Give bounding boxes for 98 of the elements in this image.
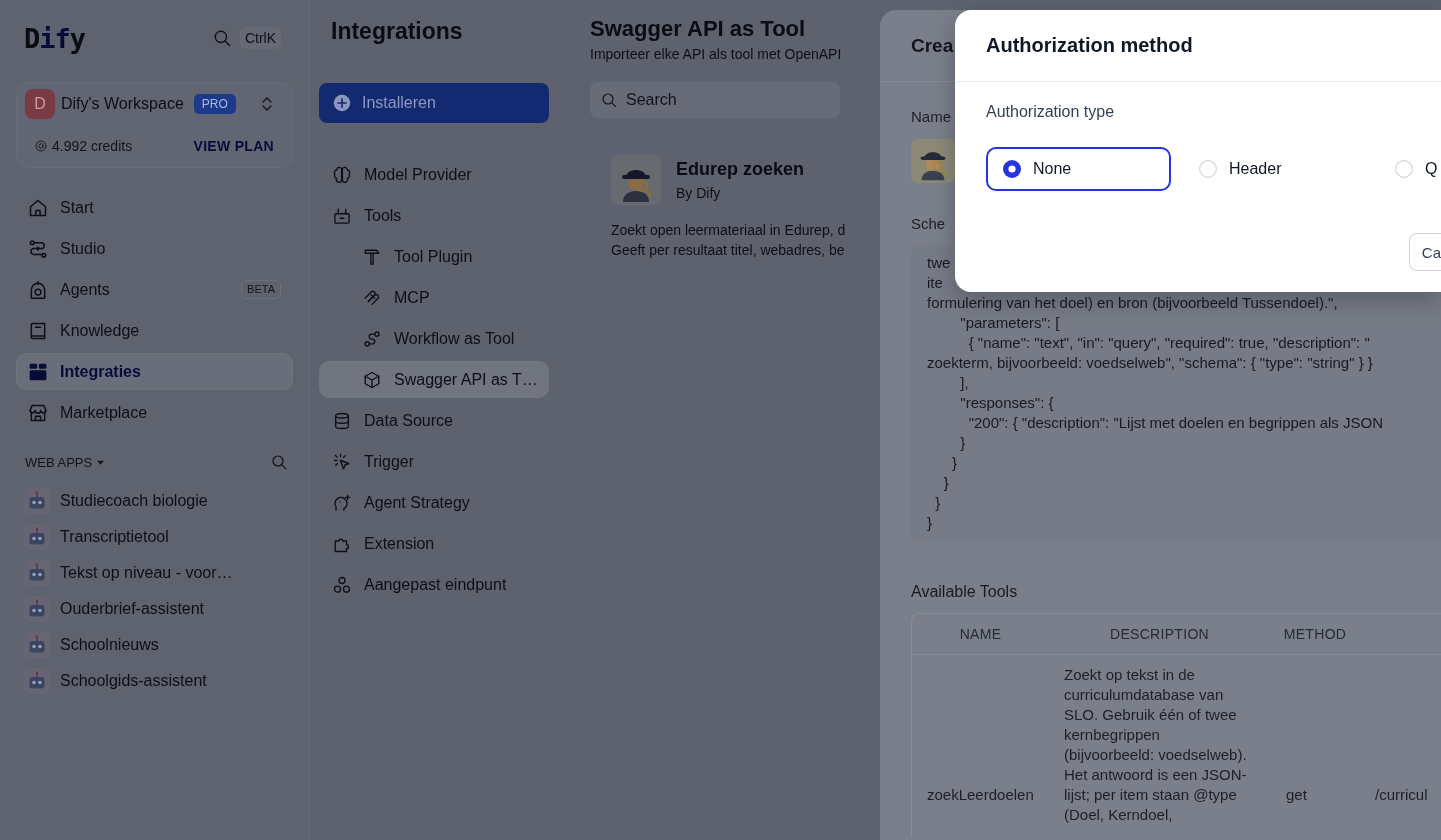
table-cell-text: Zoekt op tekst in de curriculumdatabase van SLO. Gebruik één of twee kernbegrippen (bijvoorbeeld: voedselweb). Het antwoord is een JSON- lijst; per item staan @type (Doel, Kerndoel, bbox=[1063, 665, 1248, 825]
radio-option[interactable]: None bbox=[986, 147, 1171, 191]
robot-icon bbox=[24, 596, 50, 622]
head-sparkle-icon bbox=[333, 493, 351, 512]
nav-item[interactable]: Studio bbox=[16, 230, 293, 267]
code-line: { "name": "text", "in": "query", "required": true, "description": " bbox=[967, 333, 1370, 353]
web-app-item[interactable]: Studiecoach biologie bbox=[16, 483, 293, 519]
robot-icon bbox=[24, 488, 50, 514]
menu-item[interactable]: Swagger API as T… bbox=[319, 361, 549, 398]
workspace-avatar: D bbox=[25, 89, 55, 119]
web-app-item[interactable]: Transcriptietool bbox=[16, 519, 293, 555]
code-line: } bbox=[942, 473, 949, 493]
footer-button[interactable]: Ca bbox=[1408, 233, 1441, 271]
nav-item[interactable]: Agents BETA bbox=[16, 271, 293, 308]
author-text: By Dify bbox=[676, 184, 721, 203]
code-line: zoekterm, bijvoorbeeld: voedselweb", "schema": { "type": "string" } } bbox=[927, 353, 1373, 373]
field-label: Sche bbox=[911, 214, 946, 234]
logo: Dify bbox=[24, 22, 86, 54]
code-line: } bbox=[951, 453, 957, 473]
search-icon[interactable] bbox=[212, 29, 231, 47]
hammer-icon bbox=[363, 247, 381, 266]
cursor-click-icon bbox=[333, 452, 351, 471]
view-plan-link[interactable]: VIEW PLAN bbox=[193, 138, 274, 154]
code-line: } bbox=[934, 493, 941, 513]
robot-icon bbox=[24, 668, 50, 694]
coin-icon bbox=[35, 140, 47, 152]
nav-item[interactable]: Start bbox=[16, 189, 293, 226]
book-icon bbox=[28, 320, 48, 341]
web-app-item[interactable]: Schoolgids-assistent bbox=[16, 663, 293, 699]
tool-title[interactable]: Edurep zoeken bbox=[676, 157, 805, 181]
menu-item[interactable]: Extension bbox=[319, 525, 549, 562]
page-title: Swagger API as Tool bbox=[590, 15, 806, 43]
ribbon-icon bbox=[363, 288, 381, 307]
menu-item[interactable]: Tools bbox=[319, 197, 549, 234]
menu-item[interactable]: Tool Plugin bbox=[319, 238, 549, 275]
code-line: "200": { "description": "Lijst met doelen en begrippen als JSON bbox=[967, 413, 1384, 433]
page-subtitle: Importeer elke API als tool met OpenAPI bbox=[590, 45, 842, 64]
shortcut-key: CtrlK bbox=[239, 27, 281, 49]
nav-item[interactable]: Marketplace bbox=[16, 394, 293, 431]
code-line: } bbox=[927, 513, 932, 533]
menu-item[interactable]: Agent Strategy bbox=[319, 484, 549, 521]
table-cell-text: /curricul bbox=[1374, 785, 1429, 805]
menu-item[interactable]: MCP bbox=[319, 279, 549, 316]
menu-item[interactable]: Trigger bbox=[319, 443, 549, 480]
table-cell-text: zoekLeerdoelen bbox=[926, 785, 1035, 805]
install-button[interactable]: Installeren bbox=[319, 83, 549, 123]
section-title: Integrations bbox=[330, 16, 464, 46]
credits-text: 4.992 credits bbox=[52, 138, 133, 154]
brain-icon bbox=[333, 165, 351, 184]
plan-badge: PRO bbox=[193, 94, 236, 114]
beta-tag: BETA bbox=[241, 280, 281, 299]
workflow-icon bbox=[363, 329, 381, 348]
field-label: Authorization type bbox=[986, 102, 1115, 122]
robot-icon bbox=[28, 279, 48, 300]
search-field[interactable]: Search bbox=[590, 82, 840, 118]
nav-item[interactable]: Integraties bbox=[16, 353, 293, 390]
web-app-item[interactable]: Schoolnieuws bbox=[16, 627, 293, 663]
code-line: "responses": { bbox=[959, 393, 1054, 413]
column-header: NAME bbox=[912, 614, 1049, 655]
plus-circle-icon bbox=[333, 94, 351, 112]
toolbox-icon bbox=[333, 206, 351, 225]
web-app-item[interactable]: Ouderbrief-assistent bbox=[16, 591, 293, 627]
menu-item[interactable]: Model Provider bbox=[319, 156, 549, 193]
code-line: ], bbox=[959, 373, 969, 393]
drawer-title: Crea bbox=[911, 34, 954, 57]
cube-icon bbox=[363, 370, 381, 389]
section-heading[interactable]: WEB APPS bbox=[25, 454, 93, 470]
nav-item[interactable]: Knowledge bbox=[16, 312, 293, 349]
search-icon[interactable] bbox=[271, 454, 287, 470]
web-app-item[interactable]: Tekst op niveau - voor… bbox=[16, 555, 293, 591]
code-line: ite bbox=[927, 273, 943, 293]
search-icon bbox=[601, 92, 617, 108]
detective-icon bbox=[611, 155, 661, 205]
blocks-icon bbox=[28, 361, 48, 382]
section-label: Available Tools bbox=[911, 582, 1018, 602]
robot-icon bbox=[24, 524, 50, 550]
database-icon bbox=[333, 411, 351, 430]
store-icon bbox=[28, 402, 48, 423]
detective-icon bbox=[911, 139, 955, 183]
workflow-icon bbox=[28, 238, 48, 259]
robot-icon bbox=[24, 632, 50, 658]
dialog-title: Authorization method bbox=[986, 34, 1193, 57]
column-header: DESCRIPTION bbox=[1049, 614, 1270, 655]
code-line: } bbox=[959, 433, 966, 453]
robot-icon bbox=[24, 560, 50, 586]
column-header: METHOD bbox=[1270, 614, 1360, 655]
three-circles-icon bbox=[333, 575, 351, 594]
menu-item[interactable]: Workflow as Tool bbox=[319, 320, 549, 357]
house-icon bbox=[28, 197, 48, 218]
description-text: Zoekt open leermateriaal in Edurep, d Geeft per resultaat titel, webadres, be bbox=[611, 221, 846, 260]
code-line: twe bbox=[927, 253, 951, 273]
field-label: Name bbox=[911, 107, 951, 127]
menu-item[interactable]: Data Source bbox=[319, 402, 549, 439]
code-line: "parameters": [ bbox=[959, 313, 1060, 333]
code-line: formulering van het doel) en bron (bijvoorbeeld Tussendoel).", bbox=[927, 293, 1338, 313]
workspace-name[interactable]: Dify's Workspace bbox=[61, 95, 184, 113]
table-cell-text: get bbox=[1285, 785, 1308, 805]
menu-item[interactable]: Aangepast eindpunt bbox=[319, 566, 549, 603]
